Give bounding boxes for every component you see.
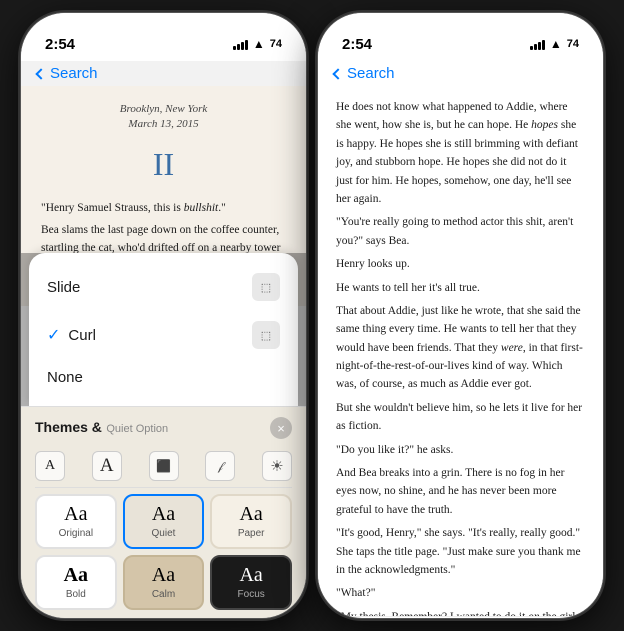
theme-aa-calm: Aa: [152, 565, 175, 585]
themes-title: Themes &: [35, 419, 102, 435]
themes-header: Themes & Quiet Option ×: [35, 417, 292, 439]
book-content-right: He does not know what happened to Addie,…: [318, 86, 603, 616]
time-left: 2:54: [45, 36, 75, 53]
none-label: None: [47, 369, 83, 386]
brightness-button[interactable]: ☀: [262, 451, 292, 481]
paragraph-r: He wants to tell her it's all true.: [336, 279, 585, 297]
font-controls: A A ⬛ 𝒻 ☀: [35, 445, 292, 488]
theme-label-quiet: Quiet: [152, 528, 176, 539]
theme-label-focus: Focus: [238, 589, 265, 600]
wifi-icon: ▲: [253, 37, 265, 51]
status-bar-right: 2:54 ▲ 74: [318, 13, 603, 61]
font-large-button[interactable]: A: [92, 451, 122, 481]
signal-icon-right: [530, 38, 545, 50]
paragraph-r: That about Addie, just like he wrote, th…: [336, 302, 585, 394]
themes-title-area: Themes & Quiet Option: [35, 419, 168, 437]
slide-label: Slide: [47, 279, 80, 296]
chevron-left-icon: [35, 68, 46, 79]
theme-paper[interactable]: Aa Paper: [210, 494, 292, 549]
theme-aa-focus: Aa: [239, 565, 262, 585]
paragraph: "Henry Samuel Strauss, this is bullshit.…: [41, 200, 286, 218]
back-label-right: Search: [347, 65, 395, 82]
curl-icon: ⬚: [252, 321, 280, 349]
theme-original[interactable]: Aa Original: [35, 494, 117, 549]
theme-label-calm: Calm: [152, 589, 175, 600]
themes-grid: Aa Original Aa Quiet Aa Paper Aa Bold: [35, 494, 292, 610]
status-bar-left: 2:54 ▲ 74: [21, 13, 306, 61]
left-phone: 2:54 ▲ 74 Search Brooklyn, New: [21, 13, 306, 618]
battery-label-right: 74: [567, 38, 579, 50]
paragraph-r: He does not know what happened to Addie,…: [336, 98, 585, 208]
paragraph-r: "Do you like it?" he asks.: [336, 441, 585, 459]
themes-bar: Themes & Quiet Option × A A ⬛ 𝒻 ☀ Aa: [21, 406, 306, 618]
slide-option[interactable]: Slide ⬚: [29, 263, 298, 311]
status-icons-right: ▲ 74: [530, 37, 579, 51]
wifi-icon-right: ▲: [550, 37, 562, 51]
nav-bar-left[interactable]: Search: [21, 61, 306, 86]
status-icons-left: ▲ 74: [233, 37, 282, 51]
theme-aa-original: Aa: [64, 504, 87, 524]
theme-quiet[interactable]: Aa Quiet: [123, 494, 205, 549]
quiet-option-label: Quiet Option: [106, 423, 168, 435]
back-button-left[interactable]: Search: [37, 65, 98, 82]
book-location: Brooklyn, New YorkMarch 13, 2015: [41, 102, 286, 133]
theme-label-bold: Bold: [66, 589, 86, 600]
nav-bar-right[interactable]: Search: [318, 61, 603, 86]
none-option[interactable]: None: [29, 359, 298, 396]
curl-label: Curl: [68, 327, 252, 344]
theme-focus[interactable]: Aa Focus: [210, 555, 292, 610]
theme-label-original: Original: [59, 528, 93, 539]
slide-menu[interactable]: Slide ⬚ ✓ Curl ⬚ None: [29, 253, 298, 406]
back-label-left: Search: [50, 65, 98, 82]
book-header: Brooklyn, New YorkMarch 13, 2015 II: [41, 102, 286, 190]
paragraph-r: "My thesis. Remember? I wanted to do it …: [336, 608, 585, 616]
overlay-panel: Slide ⬚ ✓ Curl ⬚ None Themes & Quiet O: [21, 253, 306, 618]
paragraph-r: But she wouldn't believe him, so he lets…: [336, 399, 585, 436]
theme-label-paper: Paper: [238, 528, 265, 539]
theme-calm[interactable]: Aa Calm: [123, 555, 205, 610]
theme-aa-quiet: Aa: [152, 504, 175, 524]
slide-icon: ⬚: [252, 273, 280, 301]
chapter-number: II: [41, 139, 286, 190]
font-style-button[interactable]: ⬛: [149, 451, 179, 481]
battery-label: 74: [270, 38, 282, 50]
paragraph-r: Henry looks up.: [336, 255, 585, 273]
time-right: 2:54: [342, 36, 372, 53]
theme-bold[interactable]: Aa Bold: [35, 555, 117, 610]
close-button[interactable]: ×: [270, 417, 292, 439]
paragraph-r: "It's good, Henry," she says. "It's real…: [336, 524, 585, 579]
curl-option[interactable]: ✓ Curl ⬚: [29, 311, 298, 359]
paragraph-r: And Bea breaks into a grin. There is no …: [336, 464, 585, 519]
paragraph-r: "What?": [336, 584, 585, 602]
checkmark-icon: ✓: [47, 325, 60, 345]
paragraph-r: "You're really going to method actor thi…: [336, 213, 585, 250]
theme-aa-paper: Aa: [239, 504, 262, 524]
page-number: 524: [318, 616, 603, 618]
font-small-button[interactable]: A: [35, 451, 65, 481]
chevron-left-icon-right: [332, 68, 343, 79]
theme-aa-bold: Aa: [64, 565, 88, 585]
back-button-right[interactable]: Search: [334, 65, 395, 82]
font-serif-button[interactable]: 𝒻: [205, 451, 235, 481]
right-phone: 2:54 ▲ 74 Search He does not know what: [318, 13, 603, 618]
signal-icon: [233, 38, 248, 50]
